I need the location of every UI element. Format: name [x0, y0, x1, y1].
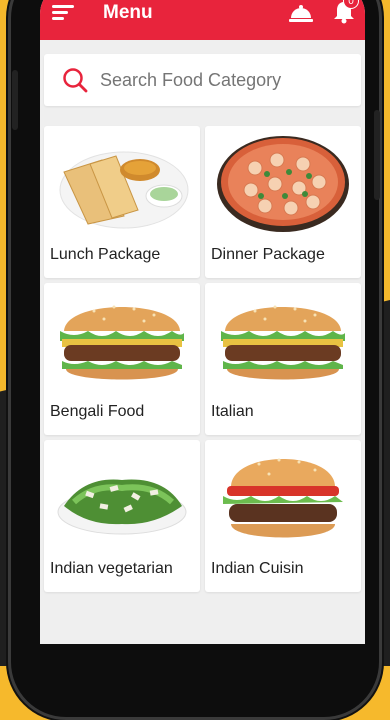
- lunch-package-image: [59, 151, 189, 229]
- burger-image: [60, 305, 184, 380]
- search-input[interactable]: [98, 68, 322, 92]
- category-card-indian-vegetarian[interactable]: Indian vegetarian: [44, 440, 200, 592]
- salad-image: [57, 479, 187, 535]
- category-card-bengali-food[interactable]: Bengali Food: [44, 283, 200, 435]
- pizza-image: [217, 136, 349, 232]
- page-title: Menu: [103, 2, 153, 23]
- app-bar: Menu 0: [40, 0, 365, 40]
- phone-side-button: [12, 70, 18, 130]
- category-card-indian-cuisin[interactable]: Indian Cuisin: [205, 440, 361, 592]
- phone-frame: Menu 0 Search Food Category Lunch Packag…: [8, 0, 382, 720]
- category-label: Dinner Package: [211, 246, 325, 263]
- phone-side-button: [374, 110, 380, 200]
- category-label: Indian vegetarian: [50, 560, 173, 577]
- burger-image: [223, 458, 343, 538]
- category-card-lunch-package[interactable]: Lunch Package: [44, 126, 200, 278]
- burger-image: [221, 305, 345, 380]
- category-label: Lunch Package: [50, 246, 161, 263]
- search-icon: [63, 68, 88, 93]
- app-screen: Menu 0 Search Food Category Lunch Packag…: [40, 0, 365, 644]
- category-card-italian[interactable]: Italian: [205, 283, 361, 435]
- category-label: Indian Cuisin: [211, 560, 304, 577]
- cloche-icon[interactable]: [289, 3, 313, 23]
- category-card-dinner-package[interactable]: Dinner Package: [205, 126, 361, 278]
- category-label: Italian: [211, 403, 254, 420]
- category-label: Bengali Food: [50, 403, 145, 420]
- search-bar[interactable]: [44, 54, 361, 106]
- category-grid: Lunch Package Dinner Package Bengali Foo…: [40, 116, 365, 592]
- menu-icon[interactable]: [52, 5, 74, 21]
